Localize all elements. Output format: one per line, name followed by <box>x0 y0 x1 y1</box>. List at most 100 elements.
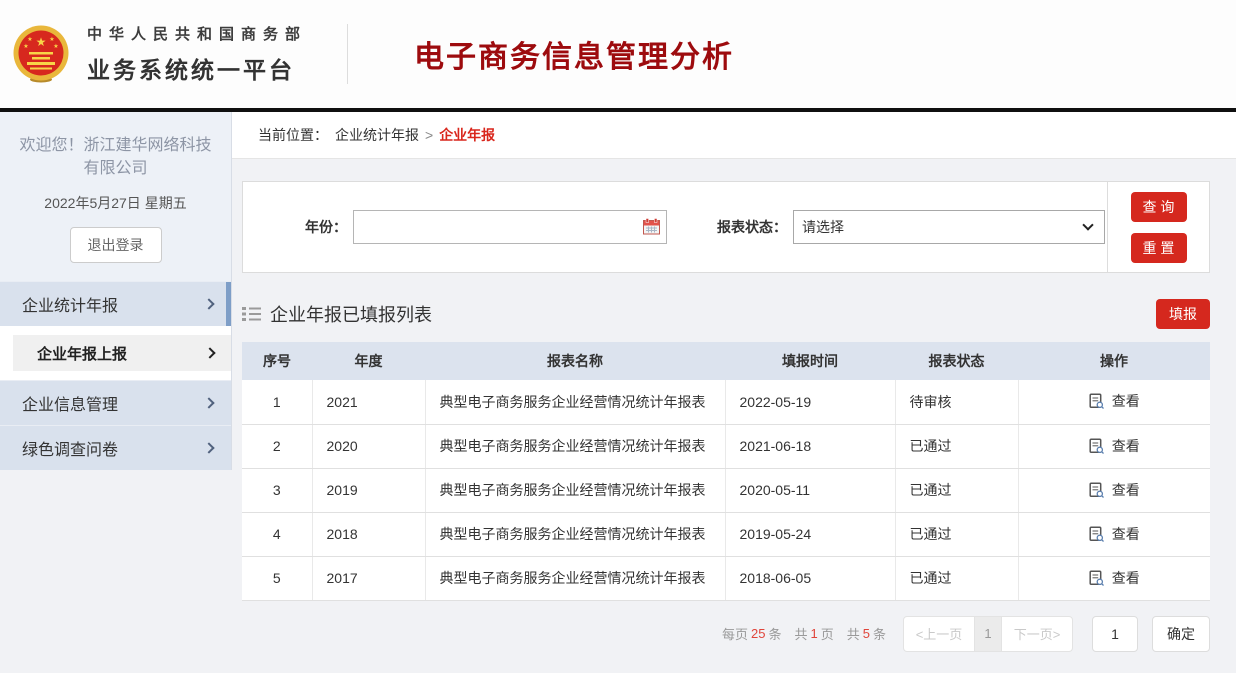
col-header-year: 年度 <box>312 342 425 380</box>
search-form: 年份： <box>243 182 1107 272</box>
page-current[interactable]: 1 <box>975 616 1001 652</box>
status-select[interactable]: 请选择 <box>793 210 1105 244</box>
cell-no: 2 <box>242 424 312 468</box>
svg-text:★: ★ <box>27 36 32 43</box>
view-link[interactable]: 查看 <box>1089 480 1140 500</box>
fill-report-button[interactable]: 填报 <box>1156 299 1210 329</box>
cell-no: 4 <box>242 512 312 556</box>
col-header-action: 操作 <box>1018 342 1210 380</box>
breadcrumb-current: 企业年报 <box>439 125 495 145</box>
sidebar-item-green-survey[interactable]: 绿色调查问卷 <box>0 425 231 470</box>
pagination: 每页 25 条 共 1 页 共 5 条 <上一页 1 下一页> 确定 <box>242 614 1210 654</box>
list-section: 企业年报已填报列表 填报 序号 年度 报表名称 填报时间 <box>242 299 1210 654</box>
annual-report-table: 序号 年度 报表名称 填报时间 报表状态 操作 1 2021 典型电子商务服务企… <box>242 342 1210 601</box>
per-page-label: 每页 <box>722 624 748 643</box>
cell-fill-time: 2018-06-05 <box>725 556 895 600</box>
chevron-right-icon <box>203 398 214 409</box>
breadcrumb: 当前位置： 企业统计年报 > 企业年报 <box>232 112 1236 159</box>
document-search-icon <box>1089 570 1105 586</box>
document-search-icon <box>1089 526 1105 542</box>
chevron-right-icon <box>203 299 214 310</box>
main-layout: 欢迎您！浙江建华网络科技有限公司 2022年5月27日 星期五 退出登录 企业统… <box>0 112 1236 673</box>
view-link[interactable]: 查看 <box>1089 436 1140 456</box>
view-link-label: 查看 <box>1112 436 1140 456</box>
per-page-value: 25 <box>751 626 765 641</box>
page-next-button[interactable]: 下一页> <box>1001 616 1073 652</box>
col-header-no: 序号 <box>242 342 312 380</box>
cell-status: 已通过 <box>895 512 1018 556</box>
table-body: 1 2021 典型电子商务服务企业经营情况统计年报表 2022-05-19 待审… <box>242 380 1210 600</box>
cell-year: 2017 <box>312 556 425 600</box>
cell-action: 查看 <box>1018 512 1210 556</box>
search-panel: 年份： <box>242 181 1210 273</box>
chevron-right-icon <box>203 443 214 454</box>
view-link-label: 查看 <box>1112 524 1140 544</box>
cell-action: 查看 <box>1018 380 1210 424</box>
document-search-icon <box>1089 482 1105 498</box>
svg-text:★: ★ <box>53 43 58 50</box>
view-link[interactable]: 查看 <box>1089 391 1140 411</box>
items-unit: 条 <box>768 624 781 643</box>
page-confirm-button[interactable]: 确定 <box>1152 616 1210 652</box>
sidebar: 欢迎您！浙江建华网络科技有限公司 2022年5月27日 星期五 退出登录 企业统… <box>0 112 232 673</box>
sidebar-item-enterprise-annual-report[interactable]: 企业统计年报 <box>0 281 231 326</box>
chevron-right-icon <box>204 348 215 359</box>
table-row: 4 2018 典型电子商务服务企业经营情况统计年报表 2019-05-24 已通… <box>242 512 1210 556</box>
cell-year: 2021 <box>312 380 425 424</box>
view-link-label: 查看 <box>1112 568 1140 588</box>
sidebar-menu: 企业统计年报 企业年报上报 企业信息管理 绿色调查问卷 <box>0 281 232 470</box>
sidebar-item-label: 绿色调查问卷 <box>22 436 118 460</box>
cell-action: 查看 <box>1018 424 1210 468</box>
calendar-icon[interactable] <box>643 218 660 235</box>
col-header-status: 报表状态 <box>895 342 1018 380</box>
logout-button[interactable]: 退出登录 <box>70 227 162 263</box>
query-button[interactable]: 查 询 <box>1131 192 1187 222</box>
page-button-group: <上一页 1 下一页> <box>903 616 1073 652</box>
cell-status: 已通过 <box>895 424 1018 468</box>
cell-report-name: 典型电子商务服务企业经营情况统计年报表 <box>425 556 725 600</box>
breadcrumb-label: 当前位置： <box>258 125 328 145</box>
page-title: 电子商务信息管理分析 <box>414 32 734 76</box>
sidebar-submenu: 企业年报上报 <box>0 326 231 380</box>
sidebar-item-enterprise-info[interactable]: 企业信息管理 <box>0 380 231 425</box>
document-search-icon <box>1089 438 1105 454</box>
table-row: 3 2019 典型电子商务服务企业经营情况统计年报表 2020-05-11 已通… <box>242 468 1210 512</box>
brand-block: ★ ★ ★ ★ ★ 中华人民共和国商务部 业务系统统一平台 <box>0 23 307 85</box>
year-input[interactable] <box>353 210 667 244</box>
svg-text:★: ★ <box>49 36 54 43</box>
table-row: 5 2017 典型电子商务服务企业经营情况统计年报表 2018-06-05 已通… <box>242 556 1210 600</box>
cell-report-name: 典型电子商务服务企业经营情况统计年报表 <box>425 468 725 512</box>
content-area: 当前位置： 企业统计年报 > 企业年报 年份： <box>232 112 1236 673</box>
view-link-label: 查看 <box>1112 480 1140 500</box>
cell-status: 已通过 <box>895 468 1018 512</box>
list-title: 企业年报已填报列表 <box>270 301 432 327</box>
sidebar-subitem-annual-report-submit[interactable]: 企业年报上报 <box>13 335 231 371</box>
breadcrumb-parent-link[interactable]: 企业统计年报 <box>335 125 419 145</box>
document-search-icon <box>1089 393 1105 409</box>
pages-unit: 页 <box>821 624 834 643</box>
cell-fill-time: 2019-05-24 <box>725 512 895 556</box>
cell-year: 2019 <box>312 468 425 512</box>
cell-fill-time: 2021-06-18 <box>725 424 895 468</box>
table-row: 1 2021 典型电子商务服务企业经营情况统计年报表 2022-05-19 待审… <box>242 380 1210 424</box>
view-link[interactable]: 查看 <box>1089 568 1140 588</box>
status-select-wrap: 请选择 <box>793 210 1105 244</box>
cell-status: 待审核 <box>895 380 1018 424</box>
status-label: 报表状态： <box>717 217 787 237</box>
cell-status: 已通过 <box>895 556 1018 600</box>
sidebar-item-label: 企业统计年报 <box>22 292 118 316</box>
view-link[interactable]: 查看 <box>1089 524 1140 544</box>
cell-fill-time: 2022-05-19 <box>725 380 895 424</box>
content-inner: 年份： <box>232 159 1236 654</box>
svg-text:★: ★ <box>36 35 47 49</box>
welcome-message: 欢迎您！浙江建华网络科技有限公司 <box>8 134 223 180</box>
page-jump-input[interactable] <box>1092 616 1138 652</box>
col-header-time: 填报时间 <box>725 342 895 380</box>
page-prev-button[interactable]: <上一页 <box>903 616 975 652</box>
table-header-row: 序号 年度 报表名称 填报时间 报表状态 操作 <box>242 342 1210 380</box>
reset-button[interactable]: 重 置 <box>1131 233 1187 263</box>
sidebar-subitem-label: 企业年报上报 <box>37 343 127 364</box>
cell-year: 2020 <box>312 424 425 468</box>
brand-text: 中华人民共和国商务部 业务系统统一平台 <box>87 23 307 85</box>
total-label: 共 <box>847 624 860 643</box>
